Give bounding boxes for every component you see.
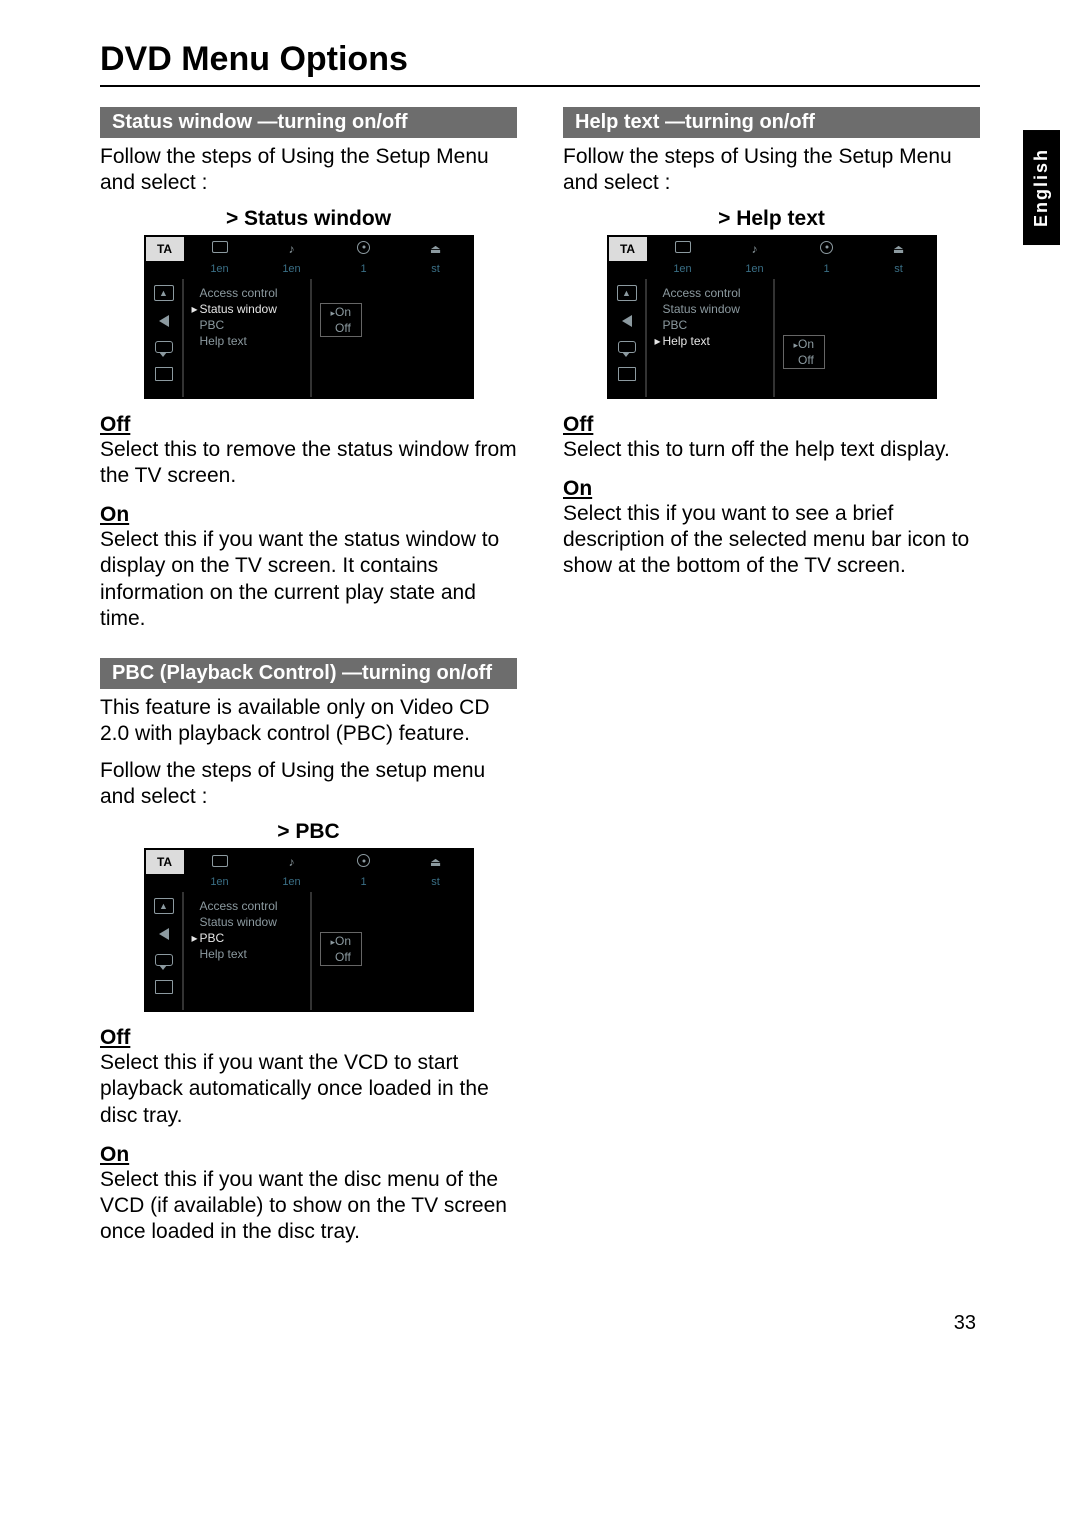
intro-pbc-1: This feature is available only on Video … — [100, 695, 517, 748]
disc-icon — [328, 241, 400, 257]
pbc-off-text: Select this if you want the VCD to start… — [100, 1050, 517, 1129]
osd-opt-on: ▸On — [321, 304, 362, 320]
help-on-text: Select this if you want to see a brief d… — [563, 501, 980, 580]
intro-help: Follow the steps of Using the Setup Menu… — [563, 144, 980, 197]
eject-icon: ⏏ — [400, 855, 472, 869]
osd-help-text: TA ♪ ⏏ 1en 1en 1 — [607, 235, 937, 399]
osd-val-1: 1en — [647, 261, 719, 279]
help-off-text: Select this to turn off the help text di… — [563, 437, 980, 463]
osd-item-status: Status window — [190, 914, 302, 930]
osd-val-2: 1en — [719, 261, 791, 279]
side-icon-speaker — [159, 315, 169, 327]
eject-icon: ⏏ — [400, 242, 472, 256]
osd-opt-on: ▸On — [321, 933, 362, 949]
osd-opt-off: ▸Off — [784, 352, 825, 368]
left-column: Status window —turning on/off Follow the… — [100, 107, 517, 1272]
osd-item-access: Access control — [653, 285, 765, 301]
osd-opt-off: ▸Off — [321, 949, 362, 965]
osd-val-1: 1en — [184, 874, 256, 892]
osd-opt-on: ▸On — [784, 336, 825, 352]
page-number: 33 — [100, 1312, 980, 1335]
osd-item-access: Access control — [190, 285, 302, 301]
pbc-on-heading: On — [100, 1143, 517, 1167]
side-icon-subtitle — [155, 954, 173, 966]
status-off-heading: Off — [100, 413, 517, 437]
section-status-window: Status window —turning on/off Follow the… — [100, 107, 517, 632]
eject-icon: ⏏ — [863, 242, 935, 256]
pbc-on-text: Select this if you want the disc menu of… — [100, 1167, 517, 1246]
screen-icon — [184, 855, 256, 870]
osd-val-4: st — [400, 874, 472, 892]
intro-pbc-2: Follow the steps of Using the setup menu… — [100, 758, 517, 811]
side-icon-tv: ▲ — [154, 285, 174, 301]
section-pbc: PBC (Playback Control) —turning on/off T… — [100, 658, 517, 1246]
osd-pbc: TA ♪ ⏏ 1en 1en 1 — [144, 848, 474, 1012]
side-icon-subtitle — [618, 341, 636, 353]
osd-item-pbc: PBC — [653, 317, 765, 333]
osd-item-pbc: ▸PBC — [190, 930, 302, 946]
side-icon-speaker — [622, 315, 632, 327]
screen-icon — [184, 241, 256, 256]
pbc-off-heading: Off — [100, 1026, 517, 1050]
caption-pbc: > PBC — [100, 820, 517, 844]
side-icon-lock — [155, 980, 173, 994]
osd-item-pbc: PBC — [190, 317, 302, 333]
osd-item-help: Help text — [190, 946, 302, 962]
disc-icon — [328, 854, 400, 870]
side-icon-speaker — [159, 928, 169, 940]
help-off-heading: Off — [563, 413, 980, 437]
heading-pbc: PBC (Playback Control) —turning on/off — [100, 658, 517, 689]
osd-item-access: Access control — [190, 898, 302, 914]
osd-val-3: 1 — [791, 261, 863, 279]
osd-val-3: 1 — [328, 261, 400, 279]
ta-icon: TA — [157, 242, 172, 256]
osd-item-status: Status window — [653, 301, 765, 317]
disc-icon — [791, 241, 863, 257]
osd-val-4: st — [863, 261, 935, 279]
ta-icon: TA — [620, 242, 635, 256]
osd-options-help: ▸On ▸Off — [783, 335, 826, 369]
status-off-text: Select this to remove the status window … — [100, 437, 517, 490]
osd-item-help: Help text — [190, 333, 302, 349]
osd-options-pbc: ▸On ▸Off — [320, 932, 363, 966]
osd-val-2: 1en — [256, 874, 328, 892]
osd-item-status: ▸Status window — [190, 301, 302, 317]
heading-status-window: Status window —turning on/off — [100, 107, 517, 138]
side-icon-tv: ▲ — [154, 898, 174, 914]
osd-val-2: 1en — [256, 261, 328, 279]
help-on-heading: On — [563, 477, 980, 501]
section-help-text: Help text —turning on/off Follow the ste… — [563, 107, 980, 580]
status-on-text: Select this if you want the status windo… — [100, 527, 517, 632]
right-column: Help text —turning on/off Follow the ste… — [563, 107, 980, 1272]
osd-val-1: 1en — [184, 261, 256, 279]
language-tab: English — [1023, 130, 1060, 245]
title-rule — [100, 85, 980, 87]
ta-icon: TA — [157, 855, 172, 869]
screen-icon — [647, 241, 719, 256]
heading-help-text: Help text —turning on/off — [563, 107, 980, 138]
osd-opt-off: ▸Off — [321, 320, 362, 336]
side-icon-subtitle — [155, 341, 173, 353]
status-on-heading: On — [100, 503, 517, 527]
osd-val-3: 1 — [328, 874, 400, 892]
sound-icon: ♪ — [256, 855, 328, 869]
side-icon-tv: ▲ — [617, 285, 637, 301]
osd-item-help: ▸Help text — [653, 333, 765, 349]
sound-icon: ♪ — [256, 242, 328, 256]
side-icon-lock — [155, 367, 173, 381]
intro-status: Follow the steps of Using the Setup Menu… — [100, 144, 517, 197]
side-icon-lock — [618, 367, 636, 381]
caption-help: > Help text — [563, 207, 980, 231]
caption-status: > Status window — [100, 207, 517, 231]
osd-val-4: st — [400, 261, 472, 279]
osd-options-status: ▸On ▸Off — [320, 303, 363, 337]
sound-icon: ♪ — [719, 242, 791, 256]
page-title: DVD Menu Options — [100, 40, 980, 79]
osd-status-window: TA ♪ ⏏ 1en 1en 1 — [144, 235, 474, 399]
